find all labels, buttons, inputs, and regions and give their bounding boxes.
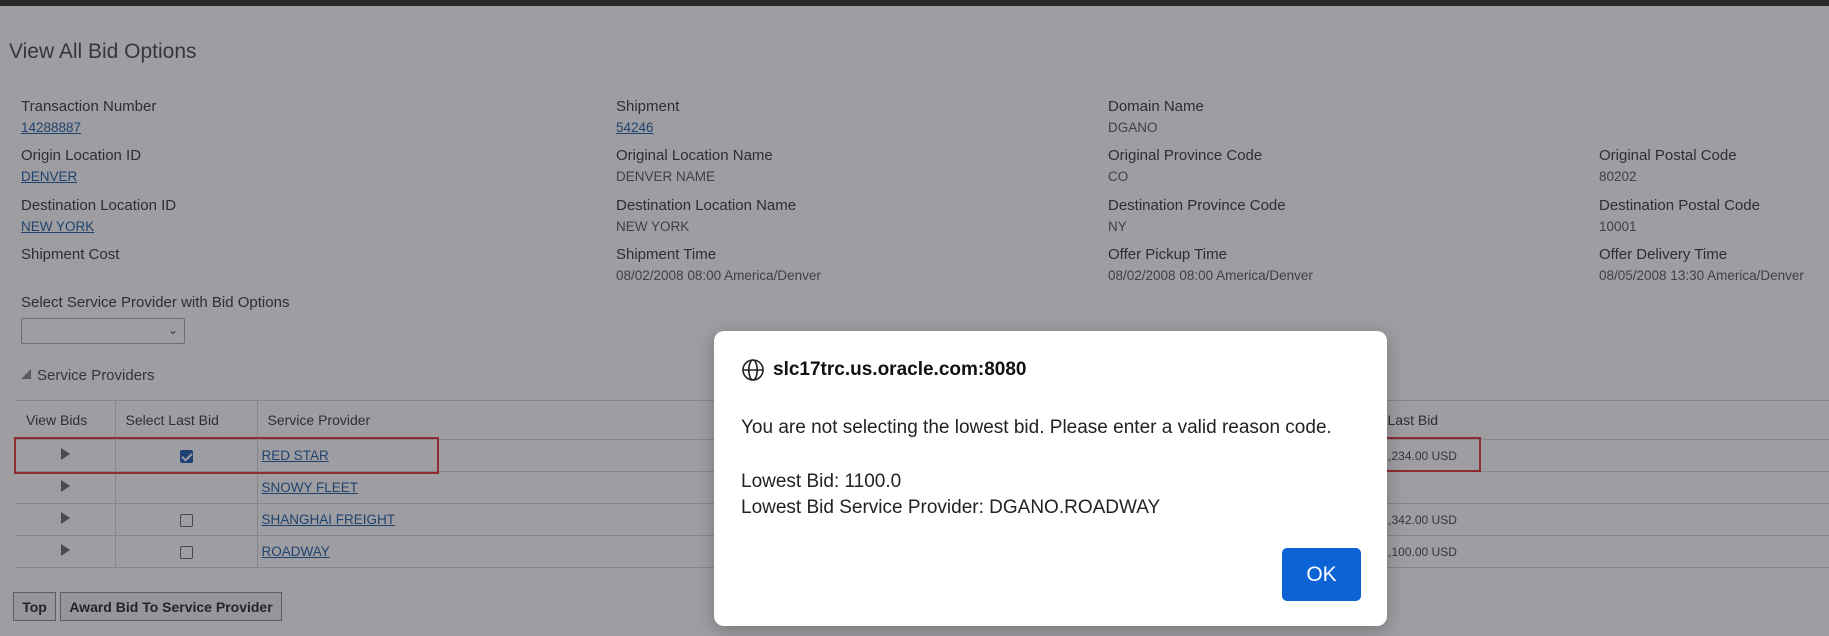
dialog-origin-text: slc17trc.us.oracle.com:8080 <box>773 359 1027 380</box>
dialog-message: You are not selecting the lowest bid. Pl… <box>741 417 1332 438</box>
dialog-lowest-bid-provider: Lowest Bid Service Provider: DGANO.ROADW… <box>741 497 1161 518</box>
globe-icon <box>742 359 764 381</box>
dialog-origin: slc17trc.us.oracle.com:8080 <box>741 358 1027 382</box>
dialog-lowest-bid: Lowest Bid: 1100.0 <box>741 471 902 492</box>
alert-dialog: slc17trc.us.oracle.com:8080 You are not … <box>714 331 1387 626</box>
ok-button[interactable]: OK <box>1282 548 1361 601</box>
